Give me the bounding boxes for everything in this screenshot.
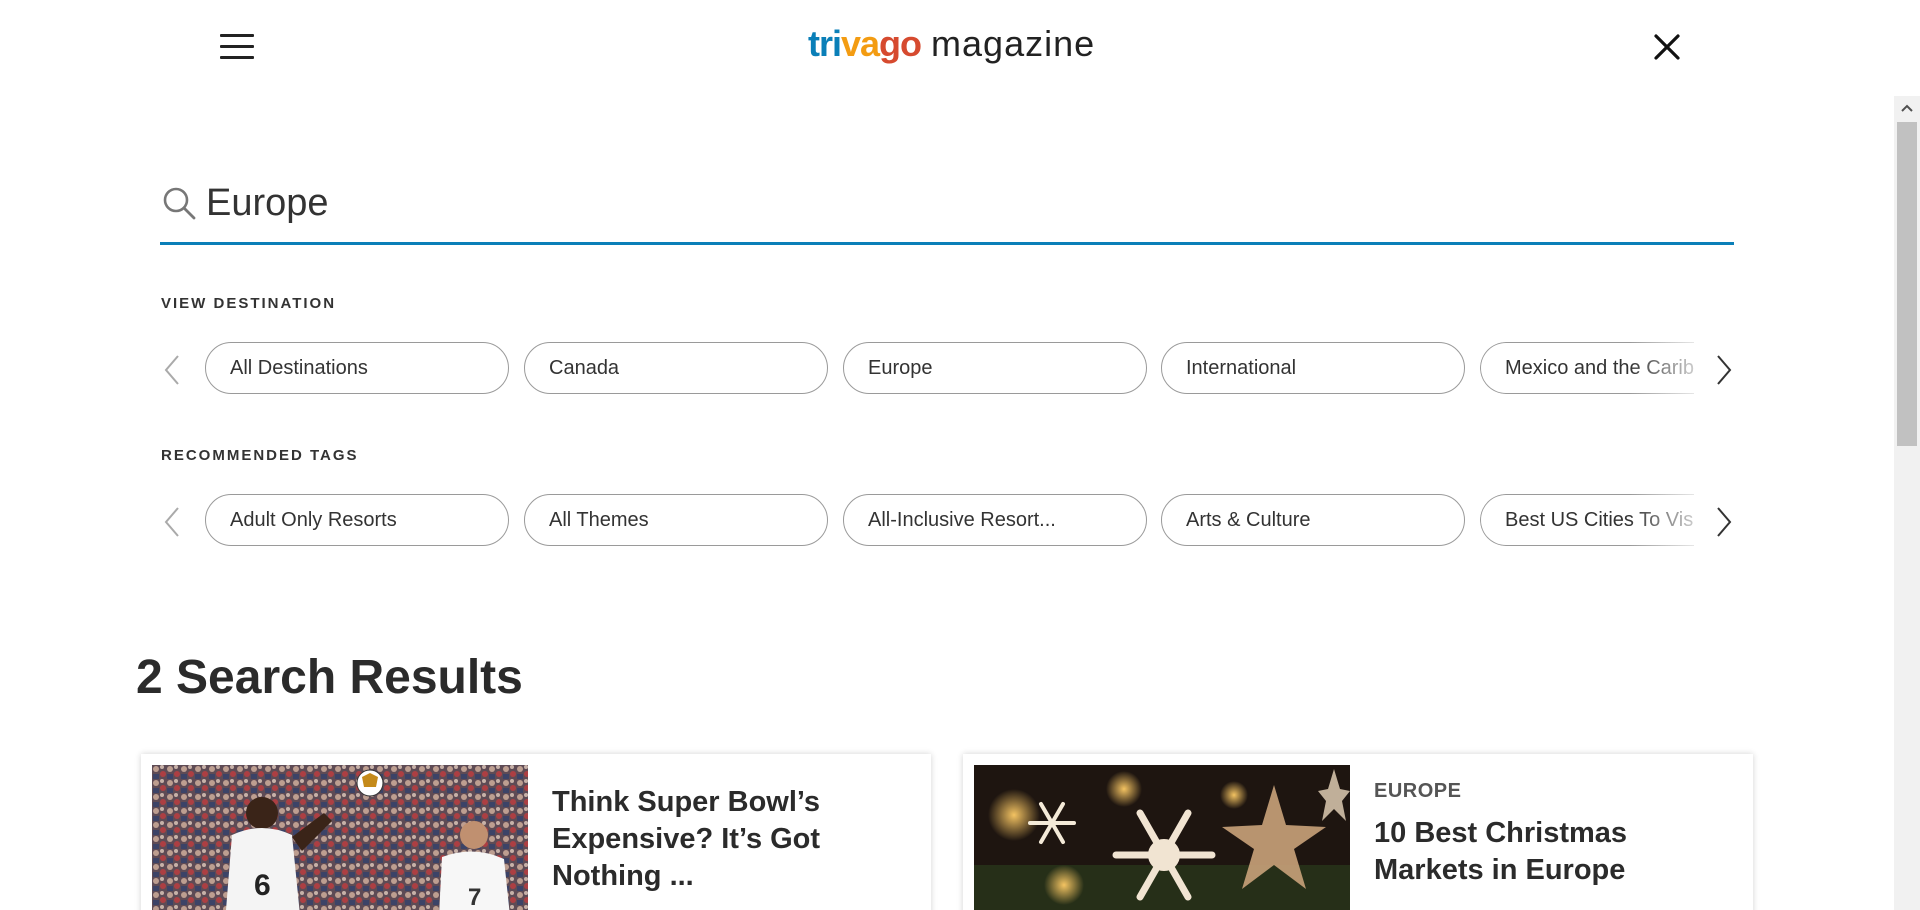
chevron-left-icon (164, 507, 179, 537)
logo-suffix: magazine (931, 23, 1096, 64)
logo-brand-part: go (879, 23, 922, 64)
tag-chip[interactable]: All-Inclusive Resort... (843, 494, 1147, 546)
scrollbar-thumb[interactable] (1897, 122, 1917, 446)
result-card-title-line: Markets in Europe (1374, 854, 1626, 886)
scroll-up-arrow-icon[interactable] (1894, 96, 1920, 120)
search-input[interactable] (206, 178, 1706, 228)
tag-chip[interactable]: Adult Only Resorts (205, 494, 509, 546)
menu-button[interactable] (220, 32, 254, 62)
chevron-right-icon (1717, 355, 1732, 385)
scrollbar[interactable] (1894, 96, 1920, 910)
svg-text:7: 7 (468, 884, 481, 910)
destination-chip[interactable]: Canada (524, 342, 828, 394)
search-bar (160, 166, 1734, 245)
result-card-title-line: Nothing ... (552, 860, 694, 892)
chevron-left-icon (164, 355, 179, 385)
search-icon (163, 187, 196, 220)
hamburger-menu-icon (220, 34, 254, 37)
destination-chip[interactable]: Europe (843, 342, 1147, 394)
result-card-image: 6 7 (152, 765, 528, 910)
carousel-prev-button[interactable] (160, 350, 184, 390)
page: trivago magazine VIEW DESTINATION All De… (0, 0, 1920, 910)
close-icon (1654, 34, 1680, 60)
recommended-tags-label: RECOMMENDED TAGS (161, 447, 359, 464)
christmas-ornaments-photo (974, 765, 1350, 910)
tag-chip[interactable]: Arts & Culture (1161, 494, 1465, 546)
result-card-text: EUROPE 10 Best Christmas Markets in Euro… (1374, 754, 1734, 889)
svg-text:6: 6 (254, 869, 271, 902)
logo-brand: trivago (808, 22, 922, 66)
carousel-next-button[interactable] (1712, 350, 1736, 390)
hamburger-menu-icon-bar (220, 56, 254, 59)
view-destination-label: VIEW DESTINATION (161, 295, 337, 312)
chevron-right-icon (1717, 507, 1732, 537)
destination-chip[interactable]: International (1161, 342, 1465, 394)
destination-carousel: All Destinations Canada Europe Internati… (160, 342, 1736, 398)
trivago-magazine-logo[interactable]: trivago magazine (808, 22, 1095, 66)
result-card-title[interactable]: 10 Best Christmas Markets in Europe (1374, 815, 1734, 889)
result-card[interactable]: 6 7 Think Super Bowl’s Expensive? It’s G… (141, 754, 931, 910)
tag-chip[interactable]: All Themes (524, 494, 828, 546)
logo-brand-part: va (841, 23, 880, 64)
destination-chip[interactable]: Mexico and the Caribbean (1480, 342, 1694, 394)
destination-chip[interactable]: All Destinations (205, 342, 509, 394)
logo-brand-part: tri (808, 23, 842, 64)
result-card-title-line: Think Super Bowl’s (552, 786, 821, 818)
result-card-title-line: Expensive? It’s Got (552, 823, 821, 855)
result-card-category[interactable]: EUROPE (1374, 780, 1734, 803)
search-results-heading: 2 Search Results (136, 651, 523, 704)
result-card-text: Think Super Bowl’s Expensive? It’s Got N… (552, 754, 912, 895)
hamburger-menu-icon-bar (220, 45, 254, 48)
soccer-match-photo: 6 7 (152, 765, 528, 910)
tags-carousel: Adult Only Resorts All Themes All-Inclus… (160, 494, 1736, 550)
tag-chip[interactable]: Best US Cities To Visit (1480, 494, 1694, 546)
result-card-title-line: 10 Best Christmas (1374, 817, 1628, 849)
close-button[interactable] (1652, 32, 1682, 62)
result-card-title[interactable]: Think Super Bowl’s Expensive? It’s Got N… (552, 784, 912, 895)
carousel-next-button[interactable] (1712, 502, 1736, 542)
carousel-prev-button[interactable] (160, 502, 184, 542)
result-card[interactable]: EUROPE 10 Best Christmas Markets in Euro… (963, 754, 1753, 910)
result-card-image (974, 765, 1350, 910)
